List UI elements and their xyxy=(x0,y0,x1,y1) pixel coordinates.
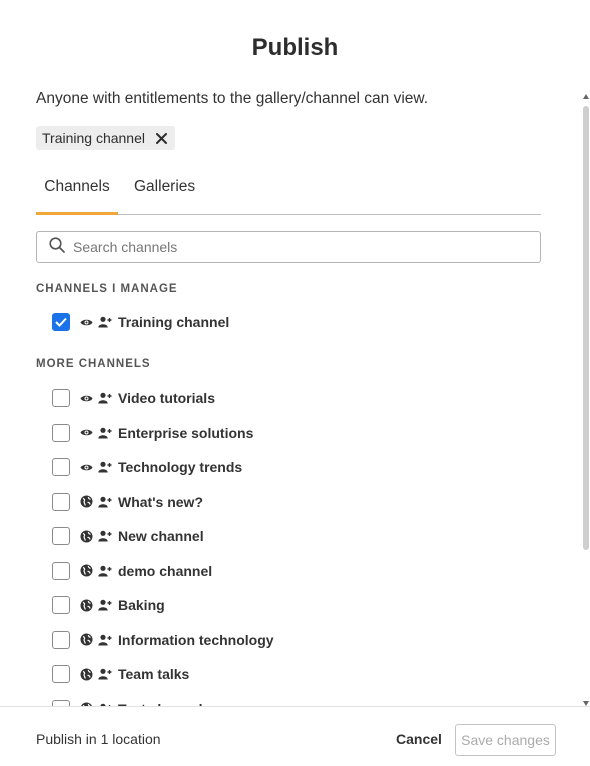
channel-row[interactable]: Team talks xyxy=(52,663,189,685)
globe-icon xyxy=(79,564,93,578)
tab-bar: Channels Galleries xyxy=(36,174,541,215)
person-add-icon xyxy=(98,529,112,543)
dialog-scroll-region[interactable]: Anyone with entitlements to the gallery/… xyxy=(0,78,590,706)
person-add-icon xyxy=(98,564,112,578)
channel-name: Team talks xyxy=(118,666,190,682)
channel-row[interactable]: demo channel xyxy=(52,560,212,582)
channel-name: New channel xyxy=(118,528,204,544)
globe-icon xyxy=(79,633,93,647)
channel-name: Technology trends xyxy=(118,459,243,475)
channel-row[interactable]: Information technology xyxy=(52,629,274,651)
channel-checkbox[interactable] xyxy=(52,492,70,511)
channel-name: Video tutorials xyxy=(118,390,215,406)
channel-name: What's new? xyxy=(118,493,203,510)
search-icon xyxy=(49,236,65,258)
scrollbar-thumb[interactable] xyxy=(583,106,589,550)
dialog-description: Anyone with entitlements to the gallery/… xyxy=(36,90,429,107)
tab-galleries[interactable]: Galleries xyxy=(134,174,195,214)
channel-name: Training channel xyxy=(118,314,230,330)
dialog-title: Publish xyxy=(251,34,339,61)
channel-row[interactable]: Technology trends xyxy=(52,456,242,478)
channel-name: Information technology xyxy=(118,631,274,648)
globe-icon xyxy=(79,667,93,681)
globe-icon xyxy=(79,598,93,612)
section-heading-more: MORE CHANNELS xyxy=(36,358,151,370)
close-icon[interactable] xyxy=(155,132,167,144)
person-add-icon xyxy=(98,633,112,647)
channel-checkbox[interactable] xyxy=(52,527,70,545)
person-add-icon xyxy=(98,426,112,440)
channel-checkbox[interactable] xyxy=(52,561,70,580)
tab-channels[interactable]: Channels xyxy=(36,174,118,215)
channel-row[interactable]: Baking xyxy=(52,594,165,616)
channel-checkbox[interactable] xyxy=(52,630,70,649)
channel-row[interactable]: Training channel xyxy=(52,311,229,333)
globe-icon xyxy=(79,529,93,543)
dialog-footer: Publish in 1 location Cancel Save change… xyxy=(0,706,590,766)
channel-row[interactable]: New channel xyxy=(52,525,204,547)
person-add-icon xyxy=(98,598,112,612)
cancel-button[interactable]: Cancel xyxy=(396,731,442,747)
person-add-icon xyxy=(98,315,112,329)
scrollbar[interactable] xyxy=(582,94,590,706)
eye-icon xyxy=(79,315,93,329)
channel-checkbox[interactable] xyxy=(52,423,70,442)
section-heading-managed: CHANNELS I MANAGE xyxy=(36,283,178,295)
channel-name: Enterprise solutions xyxy=(118,424,254,441)
save-changes-button[interactable]: Save changes xyxy=(455,724,556,756)
channel-checkbox[interactable] xyxy=(52,313,70,331)
channel-row[interactable]: Enterprise solutions xyxy=(52,422,253,444)
channel-checkbox[interactable] xyxy=(52,596,70,614)
person-add-icon xyxy=(98,460,112,474)
publish-dialog: Publish Anyone with entitlements to the … xyxy=(0,0,590,766)
channel-row[interactable]: Test channel xyxy=(52,698,203,706)
person-add-icon xyxy=(98,495,112,509)
globe-icon xyxy=(79,495,93,509)
publish-location-count: Publish in 1 location xyxy=(36,731,161,747)
channel-name: demo channel xyxy=(118,562,213,579)
channel-row[interactable]: What's new? xyxy=(52,491,203,513)
scroll-up-arrow[interactable] xyxy=(583,94,589,99)
eye-icon xyxy=(79,391,93,405)
person-add-icon xyxy=(98,391,112,405)
person-add-icon xyxy=(98,667,112,681)
channel-checkbox[interactable] xyxy=(52,458,70,476)
channel-checkbox[interactable] xyxy=(52,389,70,407)
search-input[interactable] xyxy=(73,239,513,255)
chip-label: Training channel xyxy=(42,130,145,146)
eye-icon xyxy=(79,426,93,440)
search-box xyxy=(36,231,541,263)
channel-name: Baking xyxy=(118,597,165,613)
channel-checkbox[interactable] xyxy=(52,665,70,683)
channel-row[interactable]: Video tutorials xyxy=(52,387,215,409)
eye-icon xyxy=(79,460,93,474)
selected-channel-chip: Training channel xyxy=(36,126,175,150)
